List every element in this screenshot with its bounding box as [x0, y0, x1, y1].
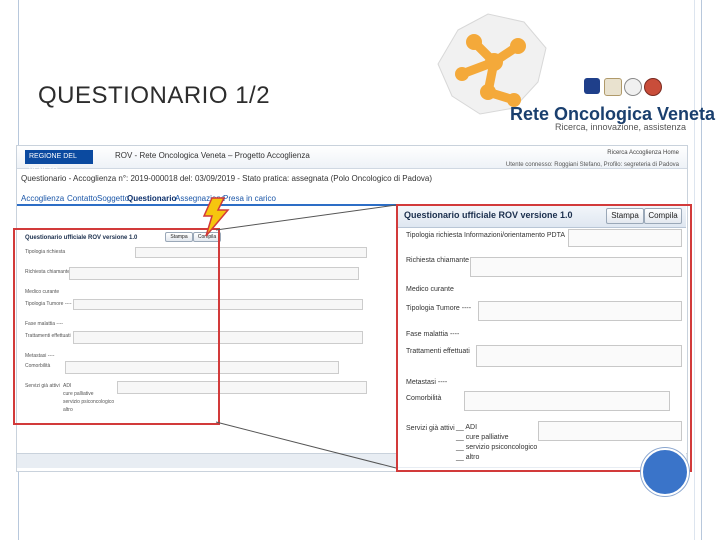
page-number-circle: [641, 448, 689, 496]
lightning-icon: [202, 197, 230, 237]
highlight-box-zoomed: [396, 204, 692, 472]
